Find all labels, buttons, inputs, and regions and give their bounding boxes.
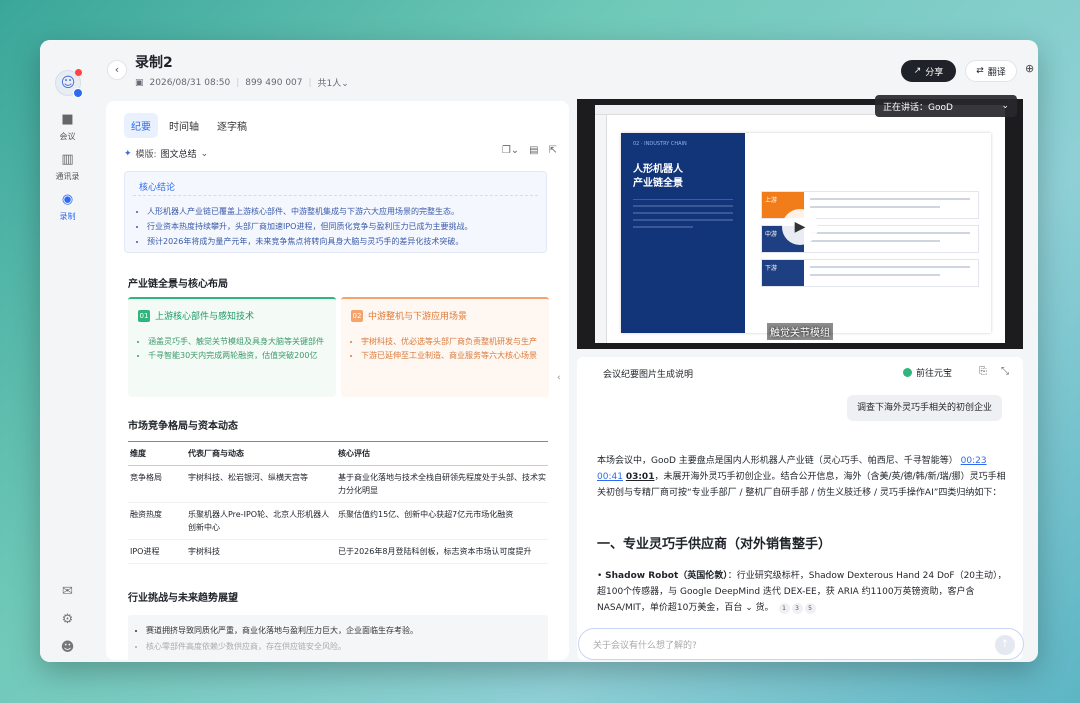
- calendar-icon: ▣: [135, 77, 144, 88]
- table-row: 竞争格局 宇树科技、松岩银河、纵横天宫等 基于商业化落地与技术全栈自研领先程度处…: [128, 465, 548, 503]
- tab-timeline[interactable]: 时间轴: [162, 113, 206, 138]
- notification-dot: [75, 69, 82, 76]
- chat-input[interactable]: 关于会议有什么想了解的? ↑: [578, 628, 1024, 660]
- tab-transcript[interactable]: 逐字稿: [210, 113, 254, 138]
- share-icon: ↗: [913, 66, 922, 76]
- sidebar-item-recording[interactable]: ◉ 录制: [40, 192, 95, 222]
- user-icon[interactable]: ☻: [40, 640, 95, 655]
- page-title: 录制2: [135, 55, 173, 71]
- list-item: 核心零部件高度依赖少数供应商，存在供应链安全风险。: [146, 639, 418, 655]
- challenges-box: 赛道拥挤导致同质化严重，商业化落地与盈利压力巨大，企业面临生存考验。 核心零部件…: [128, 615, 548, 660]
- list-item: 涵盖灵巧手、触觉关节模组及具身大脑等关键部件: [148, 335, 326, 349]
- record-icon: ◉: [61, 192, 74, 207]
- list-item: 人形机器人产业链已覆盖上游核心部件、中游整机集成与下游六大应用场景的完整生态。: [147, 204, 472, 219]
- chevron-down-icon[interactable]: ⌄: [745, 603, 753, 613]
- chat-header: 会议纪要图片生成说明: [603, 370, 694, 380]
- list-item: 行业资本热度持续攀升，头部厂商加速IPO进程，但同质化竞争与盈利压力已成为主要挑…: [147, 219, 472, 234]
- chat-input-placeholder: 关于会议有什么想了解的?: [593, 641, 697, 651]
- yuanbao-icon: [903, 368, 912, 377]
- sidebar-item-label: 通讯录: [55, 172, 80, 181]
- export-icon[interactable]: ⇱: [549, 145, 557, 156]
- video-subtitle: 触觉关节模组: [767, 323, 833, 340]
- timestamp-link[interactable]: 03:01: [626, 472, 655, 482]
- citation[interactable]: 5: [804, 603, 816, 614]
- header: ‹ 录制2 ▣ 2026/08/31 08:50 | 899 490 007 |…: [95, 40, 1038, 98]
- template-selector[interactable]: ✦ 模版: 图文总结 ⌄: [124, 147, 209, 161]
- answer-section-heading: 一、专业灵巧手供应商（对外销售整手）: [597, 537, 832, 552]
- timestamp-link[interactable]: 00:23: [961, 456, 987, 466]
- sparkle-icon: ✦: [124, 148, 132, 159]
- people-count[interactable]: 共1人⌄: [318, 76, 349, 89]
- video-icon: ■: [61, 112, 74, 127]
- upstream-card: 01 上游核心部件与感知技术 涵盖灵巧手、触觉关节模组及具身大脑等关键部件 千寻智…: [128, 297, 336, 397]
- speaker-indicator[interactable]: 正在讲话：GooD ⌄: [875, 95, 1017, 117]
- market-table: 维度 代表厂商与动态 核心评估 竞争格局 宇树科技、松岩银河、纵横天宫等 基于商…: [128, 441, 548, 564]
- globe-icon[interactable]: ⊕: [1025, 62, 1034, 75]
- sidebar-item-label: 录制: [59, 212, 76, 221]
- edit-icon[interactable]: ▤: [529, 145, 538, 156]
- copy-icon[interactable]: ❐⌄: [502, 145, 519, 156]
- core-conclusion-heading: 核心结论: [139, 183, 176, 193]
- translate-button[interactable]: ⇄ 翻译: [965, 60, 1017, 82]
- list-item: 下游已延伸至工业制造、商业服务等六大核心场景: [361, 349, 539, 363]
- meeting-date: 2026/08/31 08:50: [149, 77, 231, 88]
- ai-chat-panel: 会议纪要图片生成说明 前往元宝 ⎘ ⤡ 调查下海外灵巧手相关的初创企业 本场会议…: [577, 357, 1023, 660]
- yuanbao-link[interactable]: 前往元宝: [903, 366, 952, 379]
- timestamp-link[interactable]: 00:41: [597, 472, 623, 482]
- table-row: 融资热度 乐聚机器人Pre-IPO轮、北京人形机器人创新中心 乐聚估值约15亿、…: [128, 502, 548, 540]
- sidebar-item-label: 会议: [59, 132, 76, 141]
- list-item: 预计2026年将成为量产元年，未来竞争焦点将转向具身大脑与灵巧手的差异化技术突破…: [147, 234, 472, 249]
- chevron-down-icon: ⌄: [200, 148, 209, 159]
- section-heading: 产业链全景与核心布局: [128, 279, 228, 290]
- slide-title: 人形机器人: [633, 164, 683, 175]
- card-title: 中游整机与下游应用场景: [368, 312, 468, 322]
- play-icon: ▶: [794, 219, 806, 235]
- minutes-tabs: 纪要 时间轴 逐字稿: [124, 113, 254, 138]
- panel-collapse-handle[interactable]: ‹: [557, 373, 561, 383]
- back-button[interactable]: ‹: [107, 60, 127, 80]
- sidebar: ☺ ■ 会议 ▥ 通讯录 ◉ 录制 ✉ ⚙ ☻: [40, 40, 95, 662]
- sidebar-item-contacts[interactable]: ▥ 通讯录: [40, 152, 95, 182]
- user-question: 调查下海外灵巧手相关的初创企业: [847, 395, 1003, 421]
- mail-icon[interactable]: ✉: [40, 584, 95, 599]
- citation[interactable]: 1: [778, 603, 790, 614]
- new-chat-icon[interactable]: ⎘: [979, 366, 987, 377]
- table-row: IPO进程 宇树科技 已于2026年8月登陆科创板，标志资本市场认可度提升: [128, 539, 548, 564]
- translate-icon: ⇄: [976, 66, 984, 76]
- avatar[interactable]: ☺: [55, 69, 83, 98]
- citation[interactable]: 3: [791, 603, 803, 614]
- card-number: 01: [138, 309, 150, 322]
- table-header: 维度 代表厂商与动态 核心评估: [128, 441, 548, 466]
- card-title: 上游核心部件与感知技术: [155, 312, 255, 322]
- section-heading: 行业挑战与未来趋势展望: [128, 593, 238, 604]
- collapse-icon[interactable]: ⤡: [1001, 366, 1009, 377]
- core-conclusion-box: 核心结论 人形机器人产业链已覆盖上游核心部件、中游整机集成与下游六大应用场景的完…: [124, 171, 547, 253]
- minutes-panel: 纪要 时间轴 逐字稿 ✦ 模版: 图文总结 ⌄ ❐⌄ ▤ ⇱ 核心结论 人形机器…: [106, 101, 569, 660]
- send-button[interactable]: ↑: [995, 635, 1015, 655]
- list-item: 宇树科技、优必选等头部厂商负责整机研发与生产: [361, 335, 539, 349]
- share-button[interactable]: ↗ 分享: [901, 60, 956, 82]
- midstream-card: 02 中游整机与下游应用场景 宇树科技、优必选等头部厂商负责整机研发与生产 下游已…: [341, 297, 549, 397]
- list-item: 千寻智能30天内完成两轮融资，估值突破200亿: [148, 349, 326, 363]
- status-badge: [73, 88, 83, 98]
- tab-minutes[interactable]: 纪要: [124, 113, 158, 138]
- list-item: 赛道拥挤导致同质化严重，商业化落地与盈利压力巨大，企业面临生存考验。: [146, 623, 418, 639]
- minutes-toolbar: ❐⌄ ▤ ⇱: [502, 145, 557, 156]
- contacts-icon: ▥: [61, 152, 74, 167]
- card-number: 02: [351, 309, 363, 322]
- meeting-meta: ▣ 2026/08/31 08:50 | 899 490 007 | 共1人⌄: [135, 76, 349, 90]
- meeting-id[interactable]: 899 490 007: [245, 78, 302, 88]
- chevron-down-icon: ⌄: [1001, 101, 1009, 111]
- sidebar-item-meeting[interactable]: ■ 会议: [40, 112, 95, 142]
- app-window: ☺ ■ 会议 ▥ 通讯录 ◉ 录制 ✉ ⚙ ☻ ‹ 录制2 ▣ 2026/08/31 …: [40, 40, 1038, 662]
- play-button[interactable]: ▶: [782, 209, 818, 245]
- settings-icon[interactable]: ⚙: [40, 612, 95, 627]
- ai-answer: 本场会议中，GooD 主要盘点是国内人形机器人产业链（灵心巧手、帕西尼、千寻智能…: [597, 456, 1006, 498]
- section-heading: 市场竞争格局与资本动态: [128, 421, 238, 432]
- list-item: • Shadow Robot（英国伦敦）：行业研究级标杆，Shadow Dext…: [597, 571, 1007, 614]
